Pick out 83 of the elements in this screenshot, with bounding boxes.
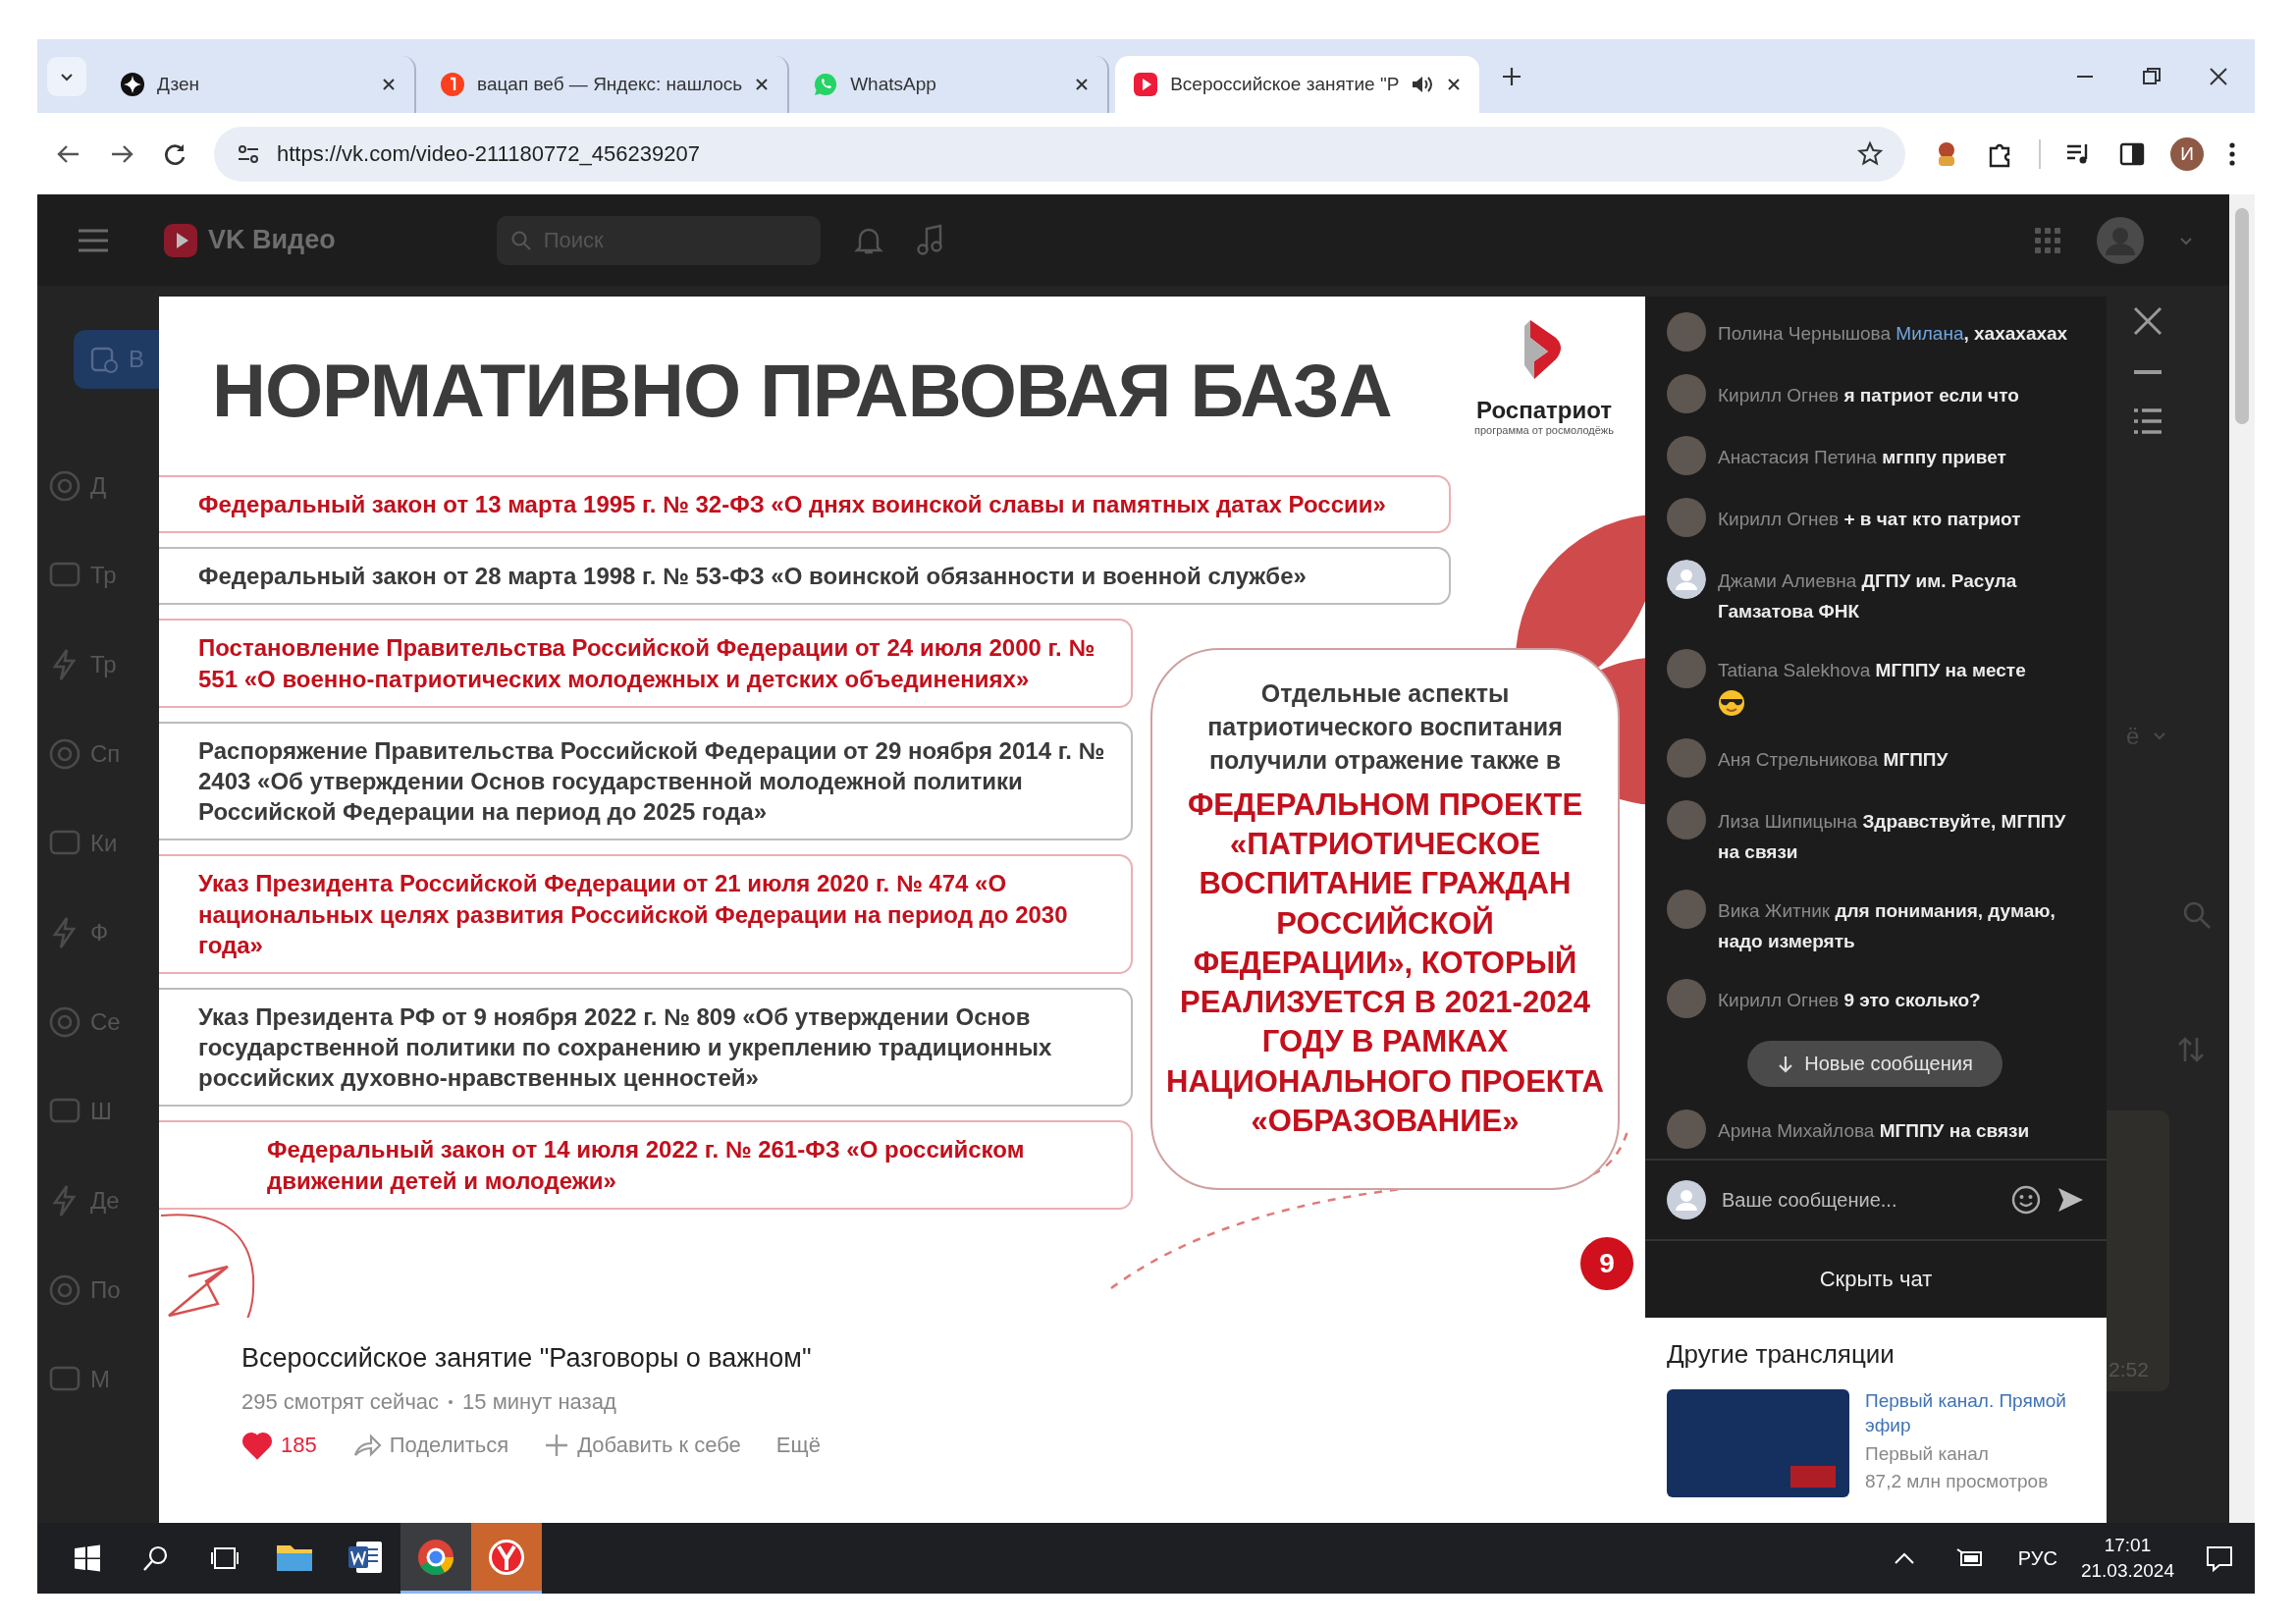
callout-highlight: ФЕДЕРАЛЬНОМ ПРОЕКТЕ «ПАТРИОТИЧЕСКОЕ ВОСПИТАНИЕ ГРАЖДАН РОССИЙСКОЙ ФЕДЕРАЦИИ», КОТОРЫЙ РЕАЛИЗУЕТСЯ В 2021-2024 ГОДУ В РАМКАХ НАЦИОНАЛЬНОГО ПРОЕКТА «ОБРАЗОВАНИЕ» <box>1166 785 1604 1140</box>
play-logo-icon[interactable] <box>163 222 198 258</box>
close-icon[interactable] <box>1074 77 1091 92</box>
logo-name: Роспатриот <box>1476 397 1612 424</box>
ring-circle-icon <box>416 1537 455 1577</box>
chat-message: Tatiana Salekhova МГППУ на месте <box>1718 658 2026 682</box>
view-count: 87,2 млн просмотров <box>1865 1471 2050 1493</box>
video-thumbnail[interactable] <box>1667 1389 1849 1497</box>
separator-dot <box>449 1400 454 1404</box>
list-icon[interactable] <box>2131 406 2164 436</box>
chat-message: Вика Житник для понимания, думаю, надо измерять <box>1718 899 2056 954</box>
stream-time: 15 минут назад <box>462 1389 616 1415</box>
tab-title: Дзен <box>157 74 201 95</box>
sparkle-icon <box>120 72 145 97</box>
clock[interactable]: 17:01 21.03.2024 <box>2080 1535 2174 1582</box>
taskbar-app[interactable] <box>400 1523 471 1594</box>
send-icon[interactable] <box>2056 1185 2085 1215</box>
play-logo-icon <box>1133 72 1159 97</box>
law-box: Федеральный закон от 14 июля 2022 г. № 261-ФЗ «О российском движении детей и молодежи» <box>159 1120 1133 1210</box>
law-box: Распоряжение Правительства Российской Федерации от 29 ноября 2014 г. № 2403 «Об утверждении Основ государственной молодежной политики Российской Федерации на период до 2025 года» <box>159 721 1133 841</box>
chat-message: Кирилл Огнев я патриот если что <box>1718 383 2019 407</box>
chat-message: Арина Михайлова МГППУ на связи <box>1718 1118 2030 1143</box>
address-bar[interactable]: https://vk.com/video-211180772_456239207 <box>214 126 1905 182</box>
close-icon[interactable] <box>1446 77 1463 92</box>
chat-message: Лиза Шипицына Здравствуйте, МГППУ на связи <box>1718 810 2067 865</box>
viewer-count: 295 смотрят сейчас <box>241 1389 440 1415</box>
clock-date: 21.03.2024 <box>2080 1560 2174 1582</box>
chat-message: Полина Чернышова Милана, хахахахах <box>1718 322 2068 346</box>
scrollbar[interactable] <box>2229 194 2255 1523</box>
law-box: Федеральный закон от 13 марта 1995 г. № 32-ФЗ «О днях воинской славы и памятных датах России» <box>159 475 1451 534</box>
law-box: Постановление Правительства Российской Федерации от 24 июля 2000 г. № 551 «О военно-патриотических молодежных и детских объединениях» <box>159 619 1133 708</box>
close-icon[interactable] <box>2208 65 2229 87</box>
close-icon[interactable] <box>2131 304 2164 338</box>
new-messages-button[interactable]: Новые сообщения <box>1747 1041 2002 1088</box>
chat-bubble-icon <box>813 72 839 97</box>
profile-avatar[interactable]: И <box>2170 136 2204 171</box>
language-indicator[interactable]: РУС <box>2017 1546 2057 1570</box>
avatar-silhouette-icon <box>1667 1180 1706 1219</box>
plus-icon <box>544 1433 570 1458</box>
url-text: https://vk.com/video-211180772_456239207 <box>277 140 701 167</box>
chat-message: Кирилл Огнев 9 это сколько? <box>1718 989 1981 1013</box>
action-button[interactable]: Ещё <box>775 1433 821 1458</box>
close-icon[interactable] <box>381 77 397 92</box>
smiley-icon[interactable] <box>2010 1184 2042 1216</box>
arrow-down-icon <box>1777 1054 1795 1074</box>
share-arrow-icon <box>351 1432 382 1459</box>
section-title: Другие трансляции <box>1667 1339 1896 1370</box>
law-box: Указ Президента РФ от 9 ноября 2022 г. № 809 «Об утверждении Основ государственной политики по сохранению и укреплению традиционных российских духовно-нравственных ценностей» <box>159 987 1133 1108</box>
video-add-icon <box>89 345 119 374</box>
page-number-badge: 9 <box>1577 1234 1636 1293</box>
site-logo[interactable]: VK Видео <box>208 225 336 255</box>
close-icon[interactable] <box>754 77 771 92</box>
browser-tab[interactable]: Всероссийское занятие "Р <box>1115 56 1480 113</box>
new-tab-icon[interactable] <box>1501 65 1523 87</box>
speaker-icon[interactable] <box>1411 74 1435 95</box>
tab-title: WhatsApp <box>850 74 937 95</box>
chat-message: Кирилл Огнев + в чат кто патриот <box>1718 507 2021 531</box>
restore-icon[interactable] <box>2141 65 2163 87</box>
search-icon <box>509 229 532 251</box>
tab-title: вацап веб — Яндекс: нашлось <box>477 74 743 95</box>
like-button[interactable]: 185 <box>241 1431 317 1460</box>
chat-message: Анастасия Петина мгппу привет <box>1718 445 2006 469</box>
action-button[interactable]: Поделиться <box>351 1432 509 1459</box>
minimize-icon[interactable] <box>2131 367 2164 377</box>
bookmark-star-icon[interactable] <box>1856 139 1884 168</box>
channel-name: Первый канал <box>1865 1443 1990 1466</box>
logo-tagline: программа от росмолодёжь <box>1474 424 1614 436</box>
tab-title: Всероссийское занятие "Р <box>1170 74 1400 95</box>
action-button[interactable]: Добавить к себе <box>544 1433 741 1458</box>
letter-circle-icon <box>440 72 465 97</box>
heart-icon <box>241 1431 273 1460</box>
slide-title: НОРМАТИВНО ПРАВОВАЯ БАЗА <box>212 348 1392 433</box>
windows-start-icon[interactable] <box>73 1543 102 1573</box>
chat-message: Аня Стрельникова МГППУ <box>1718 748 1949 773</box>
clock-time: 17:01 <box>2104 1535 2152 1556</box>
fork-circle-icon <box>487 1537 526 1577</box>
video-title: Всероссийское занятие "Разговоры о важном" <box>241 1343 813 1374</box>
law-box: Федеральный закон от 28 марта 1998 г. № 53-ФЗ «О воинской обязанности и военной службе» <box>159 547 1451 606</box>
message-input[interactable]: Ваше сообщение... <box>1720 1187 1997 1213</box>
chat-message: Джами Алиевна ДГПУ им. Расула Гамзатова ФНК <box>1718 568 2018 623</box>
callout-intro: Отдельные аспекты патриотического воспитания получили отражение также в <box>1206 678 1564 776</box>
stream-title-link[interactable]: Первый канал. Прямой эфир <box>1865 1389 2085 1438</box>
law-box: Указ Президента Российской Федерации от 21 июля 2020 г. № 474 «О национальных целях развития Российской Федерации на период до 2030 года» <box>159 854 1133 974</box>
